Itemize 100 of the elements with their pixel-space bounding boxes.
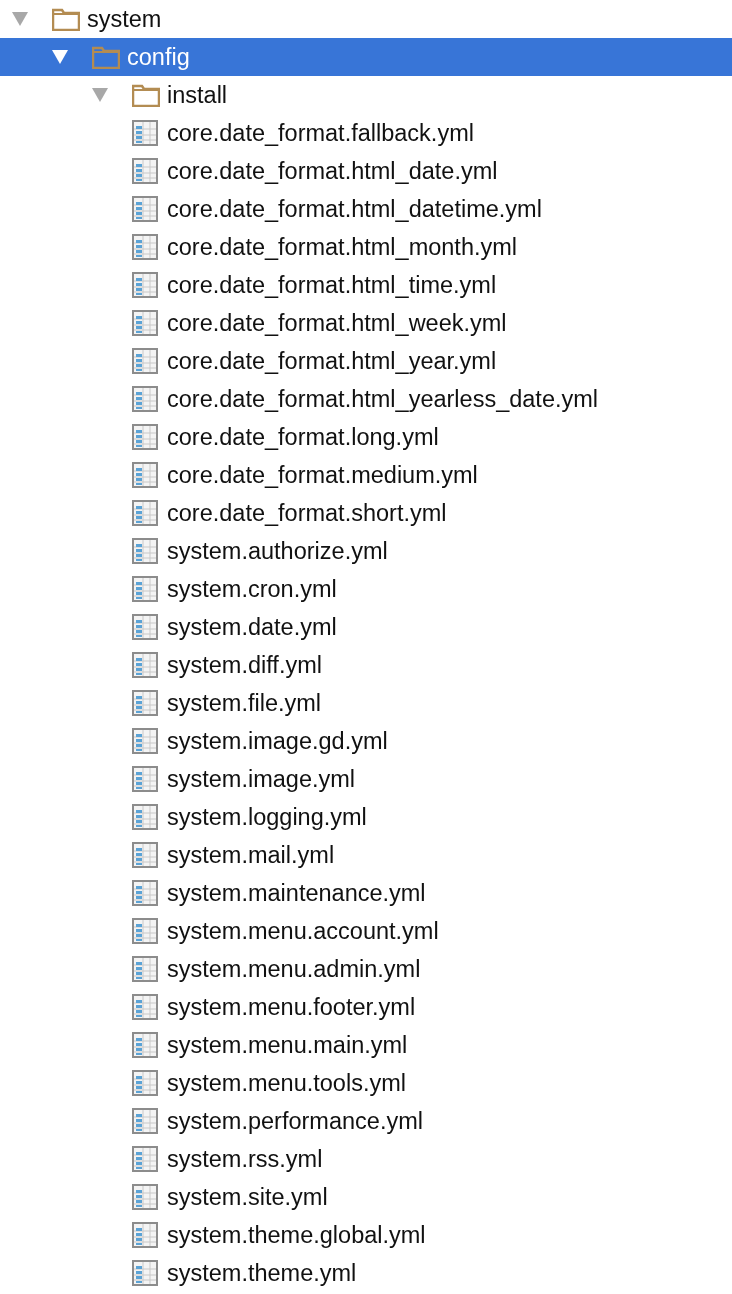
expand-arrow-icon[interactable] [12, 12, 28, 26]
file-name: core.date_format.medium.yml [167, 461, 478, 490]
file-name: system.rss.yml [167, 1145, 323, 1174]
file-name: system.image.yml [167, 765, 356, 794]
table-file-icon [132, 918, 158, 944]
file-name: core.date_format.html_week.yml [167, 309, 507, 338]
file-name: core.date_format.fallback.yml [167, 119, 474, 148]
table-file-icon [132, 652, 158, 678]
tree-row[interactable]: core.date_format.fallback.yml [0, 114, 732, 152]
file-name: core.date_format.long.yml [167, 423, 439, 452]
tree-row[interactable]: system [0, 0, 732, 38]
tree-row[interactable]: core.date_format.html_yearless_date.yml [0, 380, 732, 418]
file-name: system.menu.tools.yml [167, 1069, 406, 1098]
table-file-icon [132, 842, 158, 868]
file-name: core.date_format.html_date.yml [167, 157, 498, 186]
table-file-icon [132, 158, 158, 184]
table-file-icon [132, 728, 158, 754]
file-name: system.performance.yml [167, 1107, 423, 1136]
table-file-icon [132, 576, 158, 602]
table-file-icon [132, 1032, 158, 1058]
table-file-icon [132, 1070, 158, 1096]
folder-icon [52, 7, 80, 31]
tree-row[interactable]: system.date.yml [0, 608, 732, 646]
tree-row[interactable]: core.date_format.medium.yml [0, 456, 732, 494]
file-name: system.menu.main.yml [167, 1031, 408, 1060]
tree-row[interactable]: system.menu.admin.yml [0, 950, 732, 988]
table-file-icon [132, 1222, 158, 1248]
tree-row[interactable]: system.maintenance.yml [0, 874, 732, 912]
tree-row[interactable]: system.menu.tools.yml [0, 1064, 732, 1102]
file-name: system.authorize.yml [167, 537, 388, 566]
file-name: core.date_format.html_year.yml [167, 347, 497, 376]
table-file-icon [132, 424, 158, 450]
tree-row[interactable]: system.mail.yml [0, 836, 732, 874]
file-name: system.theme.yml [167, 1259, 357, 1288]
tree-row[interactable]: system.image.gd.yml [0, 722, 732, 760]
folder-name: system [87, 5, 162, 34]
folder-name: install [167, 81, 228, 110]
tree-row[interactable]: core.date_format.html_time.yml [0, 266, 732, 304]
tree-row[interactable]: system.site.yml [0, 1178, 732, 1216]
file-name: core.date_format.html_month.yml [167, 233, 518, 262]
tree-row[interactable]: system.menu.footer.yml [0, 988, 732, 1026]
table-file-icon [132, 880, 158, 906]
folder-icon [132, 83, 160, 107]
table-file-icon [132, 1146, 158, 1172]
tree-row[interactable]: core.date_format.html_month.yml [0, 228, 732, 266]
table-file-icon [132, 196, 158, 222]
tree-row[interactable]: system.image.yml [0, 760, 732, 798]
tree-row[interactable]: core.date_format.html_datetime.yml [0, 190, 732, 228]
file-name: system.theme.global.yml [167, 1221, 426, 1250]
file-name: system.file.yml [167, 689, 322, 718]
table-file-icon [132, 690, 158, 716]
tree-row[interactable]: system.logging.yml [0, 798, 732, 836]
table-file-icon [132, 766, 158, 792]
tree-row[interactable]: core.date_format.html_date.yml [0, 152, 732, 190]
table-file-icon [132, 614, 158, 640]
tree-row[interactable]: system.menu.main.yml [0, 1026, 732, 1064]
table-file-icon [132, 120, 158, 146]
tree-row[interactable]: install [0, 76, 732, 114]
file-name: core.date_format.html_yearless_date.yml [167, 385, 599, 414]
tree-row[interactable]: core.date_format.html_year.yml [0, 342, 732, 380]
file-name: system.image.gd.yml [167, 727, 388, 756]
table-file-icon [132, 1108, 158, 1134]
table-file-icon [132, 956, 158, 982]
tree-row[interactable]: core.date_format.long.yml [0, 418, 732, 456]
tree-row[interactable]: system.cron.yml [0, 570, 732, 608]
file-name: system.cron.yml [167, 575, 337, 604]
file-name: system.logging.yml [167, 803, 367, 832]
expand-arrow-icon[interactable] [92, 88, 108, 102]
tree-row[interactable]: system.authorize.yml [0, 532, 732, 570]
file-name: system.menu.admin.yml [167, 955, 421, 984]
tree-row[interactable]: system.performance.yml [0, 1102, 732, 1140]
table-file-icon [132, 272, 158, 298]
folder-icon [92, 45, 120, 69]
tree-row[interactable]: system.rss.yml [0, 1140, 732, 1178]
table-file-icon [132, 1260, 158, 1286]
tree-row[interactable]: system.menu.account.yml [0, 912, 732, 950]
file-name: system.date.yml [167, 613, 337, 642]
table-file-icon [132, 310, 158, 336]
file-name: system.maintenance.yml [167, 879, 426, 908]
table-file-icon [132, 348, 158, 374]
tree-row[interactable]: config [0, 38, 732, 76]
file-name: core.date_format.html_time.yml [167, 271, 497, 300]
tree-row[interactable]: system.diff.yml [0, 646, 732, 684]
tree-row[interactable]: system.file.yml [0, 684, 732, 722]
expand-arrow-icon[interactable] [52, 50, 68, 64]
table-file-icon [132, 994, 158, 1020]
table-file-icon [132, 500, 158, 526]
tree-row[interactable]: system.theme.global.yml [0, 1216, 732, 1254]
file-name: system.diff.yml [167, 651, 322, 680]
file-name: system.menu.account.yml [167, 917, 439, 946]
table-file-icon [132, 804, 158, 830]
file-name: core.date_format.short.yml [167, 499, 447, 528]
tree-row[interactable]: system.theme.yml [0, 1254, 732, 1292]
table-file-icon [132, 1184, 158, 1210]
folder-name: config [127, 43, 190, 72]
table-file-icon [132, 538, 158, 564]
tree-row[interactable]: core.date_format.html_week.yml [0, 304, 732, 342]
tree-row[interactable]: core.date_format.short.yml [0, 494, 732, 532]
file-name: system.menu.footer.yml [167, 993, 416, 1022]
table-file-icon [132, 234, 158, 260]
